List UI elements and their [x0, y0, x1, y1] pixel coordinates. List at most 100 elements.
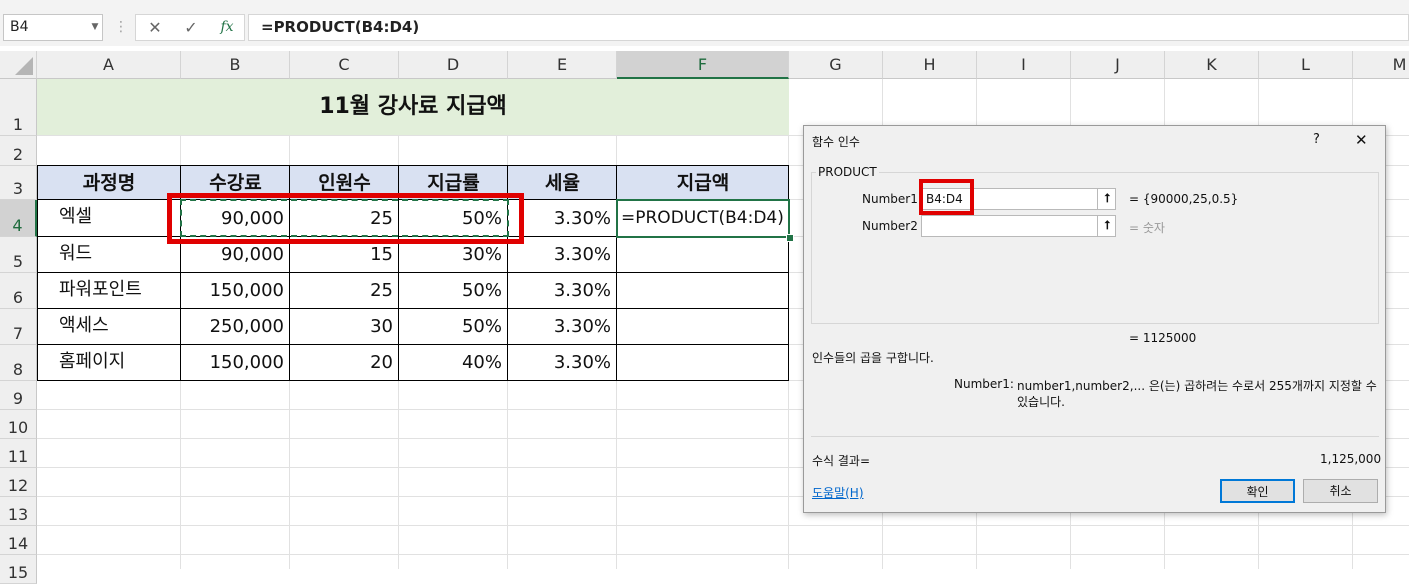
row-number: 13: [7, 505, 29, 524]
table-border: [616, 165, 617, 381]
row-header-4[interactable]: 4: [0, 200, 37, 237]
column-header-g[interactable]: G: [789, 51, 883, 79]
cell-course[interactable]: 파워포인트: [37, 273, 181, 309]
formula-result-value: 1,125,000: [1320, 452, 1382, 466]
formula-result-inline: = 1125000: [1129, 331, 1197, 345]
row-header-9[interactable]: 9: [0, 381, 37, 410]
row-number: 9: [12, 389, 24, 408]
header-cell-tax[interactable]: 세율: [508, 166, 617, 200]
row-number: 15: [7, 563, 29, 582]
argument-help-text-line2: 있습니다.: [1017, 395, 1065, 409]
column-header-f[interactable]: F: [617, 51, 789, 79]
number2-input[interactable]: [921, 215, 1116, 237]
help-icon[interactable]: ?: [1313, 132, 1320, 147]
help-link[interactable]: 도움말(H): [812, 484, 864, 501]
row-header-14[interactable]: 14: [0, 526, 37, 555]
cell-course[interactable]: 엑셀: [37, 200, 181, 237]
header-cell-course[interactable]: 과정명: [37, 166, 181, 200]
cancel-button[interactable]: 취소: [1303, 479, 1378, 503]
cell-tax[interactable]: 3.30%: [508, 309, 617, 345]
ok-button[interactable]: 확인: [1220, 479, 1295, 503]
active-cell-border: [616, 199, 790, 238]
column-header-a[interactable]: A: [37, 51, 181, 79]
enter-icon[interactable]: ✓: [176, 15, 206, 40]
column-header-b[interactable]: B: [181, 51, 290, 79]
row-header-11[interactable]: 11: [0, 439, 37, 468]
row-number: 1: [12, 115, 24, 134]
table-border: [37, 344, 789, 345]
row-number: 7: [12, 324, 24, 343]
name-box-dropdown-icon[interactable]: ▼: [88, 14, 102, 41]
cell-amount[interactable]: [617, 309, 789, 345]
column-header-h[interactable]: H: [883, 51, 977, 79]
row-number: 8: [12, 360, 24, 379]
collapse-dialog-icon[interactable]: ⭡: [1097, 215, 1117, 237]
table-border: [37, 380, 789, 381]
column-header-l[interactable]: L: [1259, 51, 1353, 79]
row-header-6[interactable]: 6: [0, 273, 37, 309]
argument-help-text-line1: number1,number2,... 은(는) 곱하려는 수로서 255개까지…: [1017, 379, 1377, 393]
header-cell-amount[interactable]: 지급액: [617, 166, 789, 200]
column-header-e[interactable]: E: [508, 51, 617, 79]
cell-amount[interactable]: [617, 345, 789, 381]
column-header-c[interactable]: C: [290, 51, 399, 79]
cell-amount[interactable]: [617, 273, 789, 309]
number2-label: Number2: [862, 219, 918, 233]
row-header-15[interactable]: 15: [0, 555, 37, 584]
cell-amount[interactable]: [617, 237, 789, 273]
cell-fee[interactable]: 250,000: [181, 309, 290, 345]
cell-rate[interactable]: 50%: [399, 273, 508, 309]
sheet-title-cell[interactable]: 11월 강사료 지급액: [37, 79, 789, 135]
cell-fee[interactable]: 150,000: [181, 345, 290, 381]
cell-tax[interactable]: 3.30%: [508, 200, 617, 237]
gridline: [37, 554, 1409, 555]
cell-tax[interactable]: 3.30%: [508, 237, 617, 273]
row-header-5[interactable]: 5: [0, 237, 37, 273]
cell-tax[interactable]: 3.30%: [508, 273, 617, 309]
row-header-13[interactable]: 13: [0, 497, 37, 526]
close-icon[interactable]: ✕: [1355, 131, 1368, 149]
fill-handle[interactable]: [786, 234, 794, 242]
cell-tax[interactable]: 3.30%: [508, 345, 617, 381]
gridline: [37, 525, 1409, 526]
row-header-3[interactable]: 3: [0, 166, 37, 200]
column-header-m[interactable]: M: [1353, 51, 1409, 79]
cell-course[interactable]: 홈페이지: [37, 345, 181, 381]
column-header-d[interactable]: D: [399, 51, 508, 79]
row-header-10[interactable]: 10: [0, 410, 37, 439]
row-number: 14: [7, 534, 29, 553]
cell-count[interactable]: 20: [290, 345, 399, 381]
table-border: [37, 308, 789, 309]
cell-course[interactable]: 워드: [37, 237, 181, 273]
row-header-7[interactable]: 7: [0, 309, 37, 345]
cell-rate[interactable]: 40%: [399, 345, 508, 381]
formula-result-label: 수식 결과=: [812, 454, 871, 468]
table-border: [37, 272, 789, 273]
cell-count[interactable]: 25: [290, 273, 399, 309]
row-header-8[interactable]: 8: [0, 345, 37, 381]
argument-help-label: Number1:: [954, 377, 1014, 391]
collapse-dialog-icon[interactable]: ⭡: [1097, 188, 1117, 210]
column-header-i[interactable]: I: [977, 51, 1071, 79]
table-border: [788, 165, 789, 381]
row-number: 12: [7, 476, 29, 495]
formula-input[interactable]: =PRODUCT(B4:D4): [248, 14, 1409, 41]
row-header-2[interactable]: 2: [0, 136, 37, 166]
insert-function-icon[interactable]: fx: [212, 15, 242, 40]
cancel-icon[interactable]: ✕: [140, 15, 170, 40]
row-number: 10: [7, 418, 29, 437]
cell-rate[interactable]: 50%: [399, 309, 508, 345]
cell-course[interactable]: 액세스: [37, 309, 181, 345]
formula-bar-buttons: ✕ ✓ fx: [135, 14, 245, 41]
number1-result: = {90000,25,0.5}: [1129, 192, 1239, 206]
cell-fee[interactable]: 150,000: [181, 273, 290, 309]
select-all-corner[interactable]: [0, 51, 37, 79]
row-header-1[interactable]: 1: [0, 79, 37, 136]
cell-count[interactable]: 30: [290, 309, 399, 345]
row-number: 2: [12, 145, 24, 164]
function-arguments-dialog[interactable]: 함수 인수 ? ✕ PRODUCT Number1 B4:D4 ⭡ = {900…: [803, 125, 1386, 513]
column-header-k[interactable]: K: [1165, 51, 1259, 79]
row-header-12[interactable]: 12: [0, 468, 37, 497]
column-header-j[interactable]: J: [1071, 51, 1165, 79]
highlight-box: [167, 193, 524, 244]
